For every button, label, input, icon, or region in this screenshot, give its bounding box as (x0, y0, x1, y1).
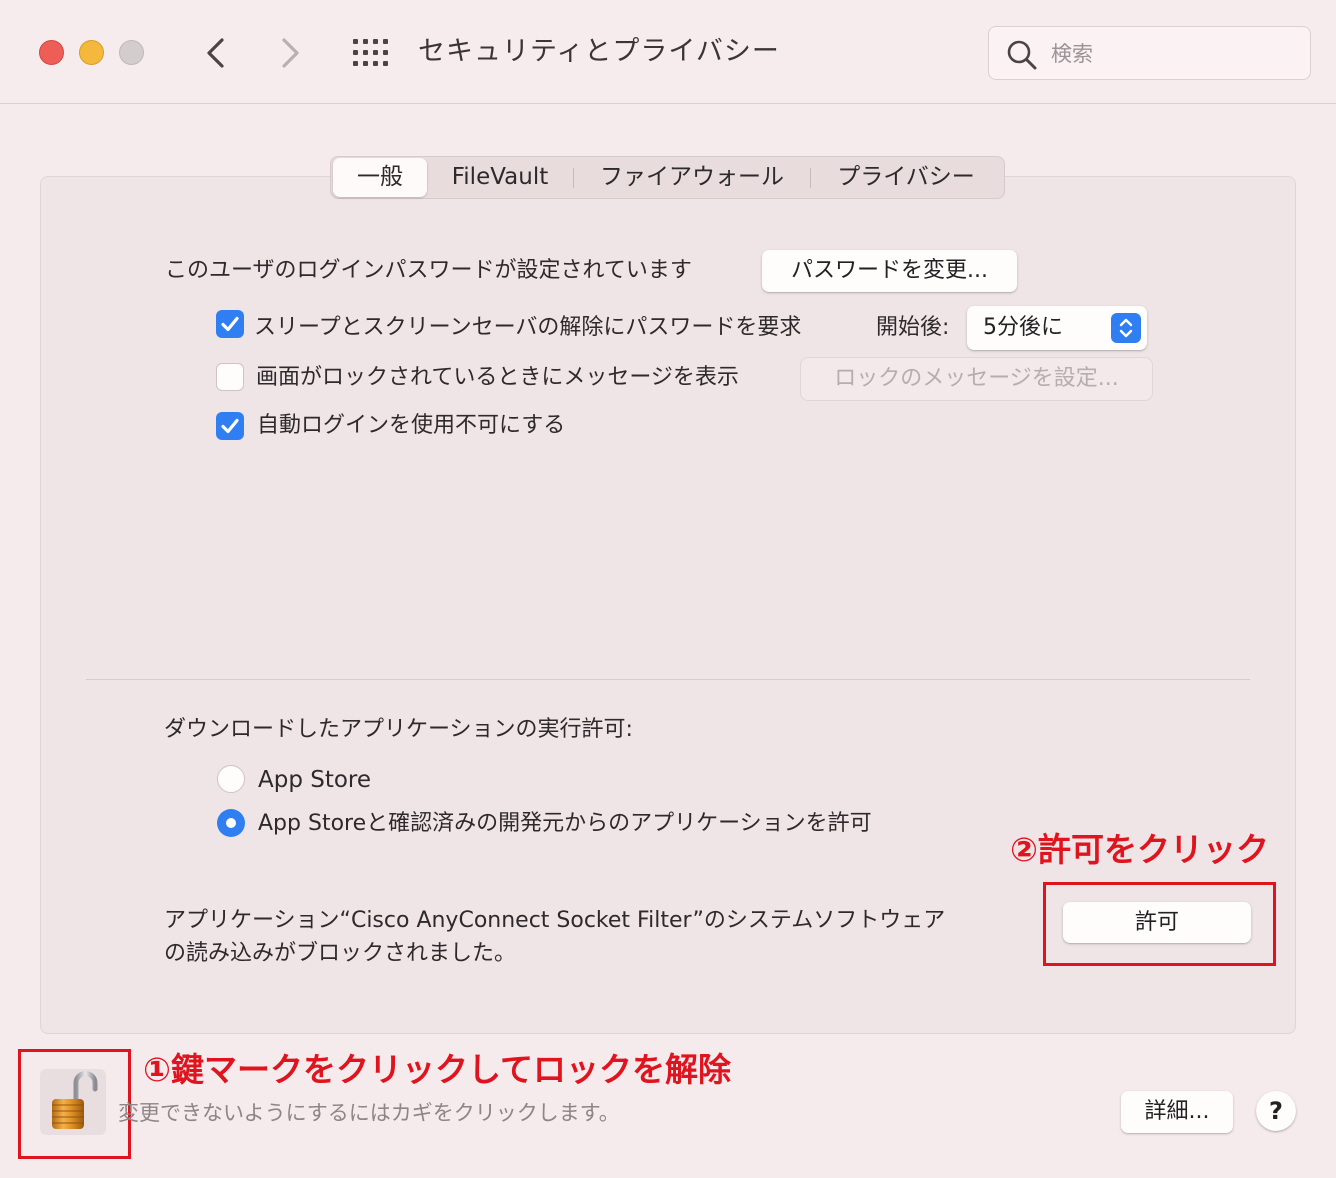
search-icon (1007, 40, 1037, 70)
zoom-window-button[interactable] (119, 40, 144, 65)
help-button[interactable]: ? (1256, 1091, 1296, 1131)
forward-button[interactable] (270, 32, 310, 74)
show-lock-message-checkbox[interactable] (216, 363, 244, 391)
grid-icon (353, 39, 388, 66)
section-divider (86, 679, 1250, 680)
close-window-button[interactable] (39, 40, 64, 65)
minimize-window-button[interactable] (79, 40, 104, 65)
radio-app-store[interactable] (217, 765, 245, 793)
search-field[interactable]: 検索 (988, 26, 1311, 80)
change-password-button[interactable]: パスワードを変更... (762, 250, 1017, 292)
require-password-checkbox[interactable] (216, 310, 244, 338)
tab-filevault[interactable]: FileVault (427, 158, 573, 197)
back-button[interactable] (196, 32, 236, 74)
blocked-software-line1: アプリケーション“Cisco AnyConnect Socket Filter”… (164, 908, 946, 933)
radio-app-store-label: App Store (258, 767, 372, 793)
tab-firewall[interactable]: ファイアウォール (574, 158, 810, 197)
title-bar: セキュリティとプライバシー 検索 (0, 0, 1336, 104)
updown-arrows-icon (1111, 313, 1141, 343)
annotation-step1-box (18, 1049, 131, 1159)
blocked-software-line2: の読み込みがブロックされました。 (164, 941, 517, 966)
annotation-step2-box (1043, 882, 1276, 966)
checkmark-icon (221, 418, 239, 434)
start-after-value: 5分後に (983, 315, 1063, 340)
start-after-label: 開始後: (876, 315, 950, 340)
set-lock-message-button[interactable]: ロックのメッセージを設定... (801, 358, 1152, 400)
show-lock-message-label: 画面がロックされているときにメッセージを表示 (256, 365, 739, 390)
tab-bar: 一般 FileVault ファイアウォール プライバシー (330, 156, 1005, 199)
chevron-right-icon (282, 38, 299, 68)
radio-app-store-and-identified[interactable] (217, 809, 245, 837)
lock-hint-text: 変更できないようにするにはカギをクリックします。 (118, 1101, 620, 1125)
tab-privacy[interactable]: プライバシー (811, 158, 1001, 197)
tab-general[interactable]: 一般 (333, 158, 427, 197)
radio-app-store-and-identified-label: App Storeと確認済みの開発元からのアプリケーションを許可 (258, 811, 872, 836)
show-all-button[interactable] (352, 38, 390, 68)
require-password-label: スリープとスクリーンセーバの解除にパスワードを要求 (254, 315, 802, 340)
advanced-button[interactable]: 詳細... (1121, 1091, 1233, 1133)
search-placeholder: 検索 (1051, 42, 1093, 66)
annotation-step2: ②許可をクリック (1010, 830, 1269, 869)
checkmark-icon (221, 316, 239, 332)
disable-auto-login-checkbox[interactable] (216, 412, 244, 440)
disable-auto-login-label: 自動ログインを使用不可にする (257, 413, 566, 438)
chevron-left-icon (207, 38, 224, 68)
annotation-step1: ①鍵マークをクリックしてロックを解除 (143, 1050, 731, 1089)
start-after-select[interactable]: 5分後に (967, 306, 1147, 350)
password-status-text: このユーザのログインパスワードが設定されています (165, 258, 692, 283)
downloads-heading: ダウンロードしたアプリケーションの実行許可: (164, 717, 633, 742)
window-title: セキュリティとプライバシー (418, 36, 780, 67)
